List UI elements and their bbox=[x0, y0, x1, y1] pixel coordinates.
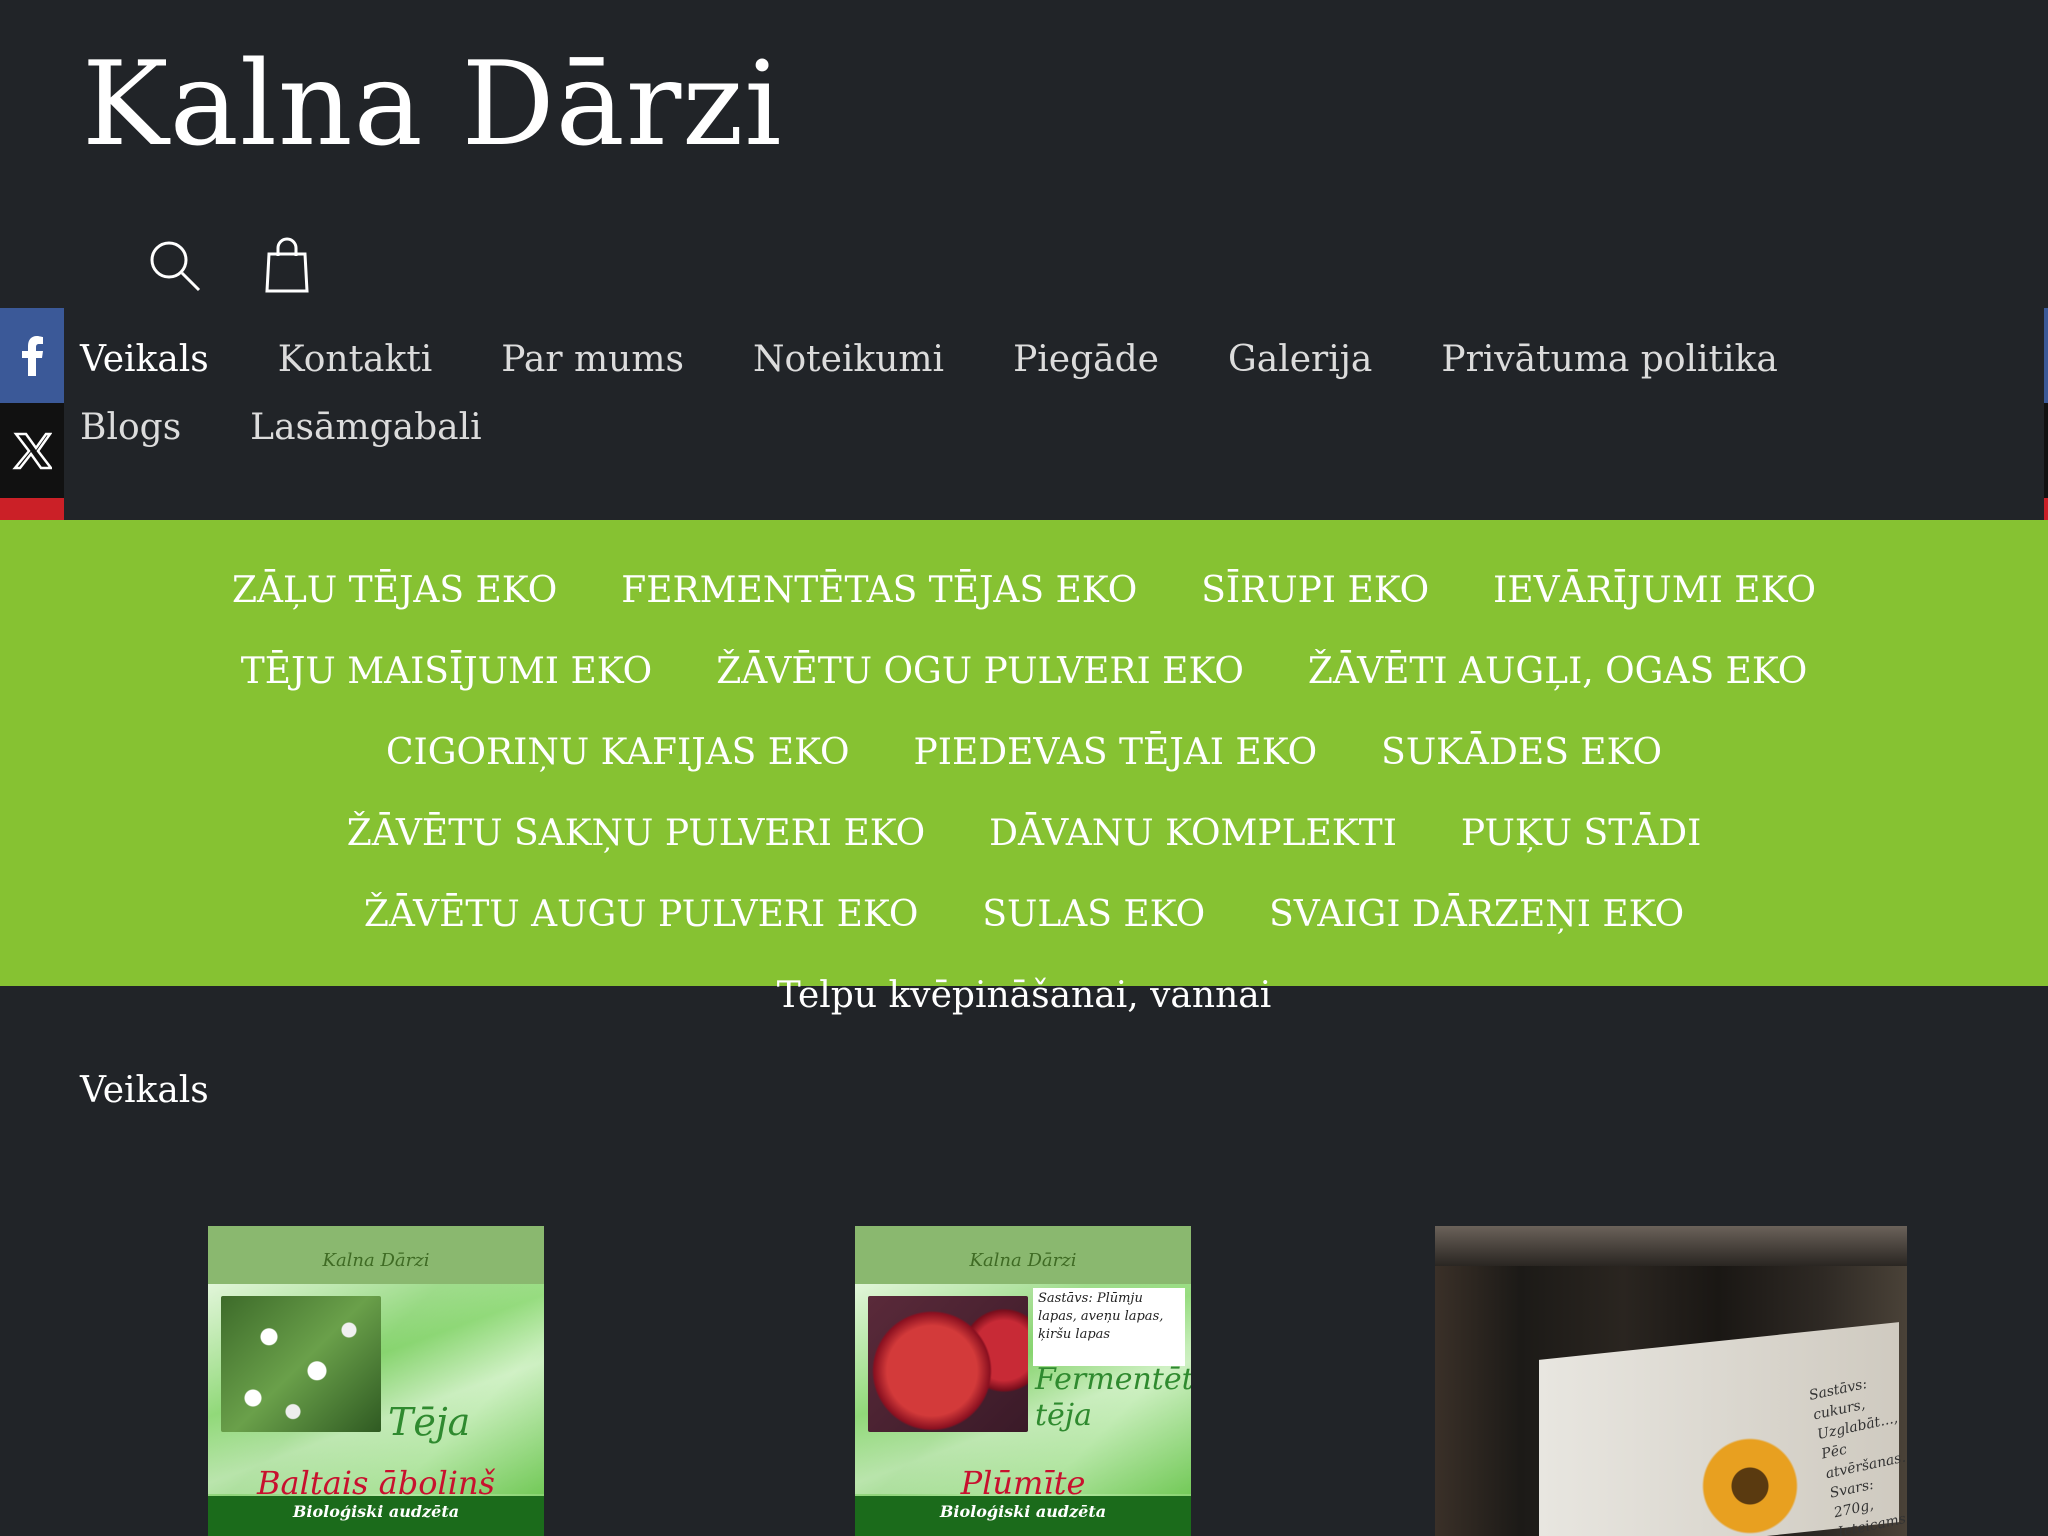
category-item[interactable]: TĒJU MAISĪJUMI EKO bbox=[241, 631, 653, 712]
category-item[interactable]: ŽĀVĒTI AUGĻI, OGAS EKO bbox=[1308, 631, 1807, 712]
category-item[interactable]: SULAS EKO bbox=[982, 874, 1205, 955]
facebook-share-button[interactable] bbox=[0, 308, 64, 403]
product-card[interactable]: Kalna Dārzi Sastāvs: Plūmju lapas, aveņu… bbox=[855, 1226, 1191, 1536]
header-icons bbox=[145, 236, 317, 296]
category-item[interactable]: PIEDEVAS TĒJAI EKO bbox=[914, 712, 1318, 793]
plum-photo bbox=[868, 1296, 1028, 1432]
nav-item-kontakti[interactable]: Kontakti bbox=[278, 326, 433, 394]
category-item[interactable]: ŽĀVĒTU SAKŅU PULVERI EKO bbox=[347, 793, 925, 874]
product-image[interactable]: Kalna Dārzi Sastāvs: Plūmju lapas, aveņu… bbox=[855, 1226, 1191, 1536]
bag-icon[interactable] bbox=[257, 236, 317, 296]
main-navigation: Veikals Kontakti Par mums Noteikumi Pieg… bbox=[80, 326, 1980, 462]
category-item[interactable]: ZĀĻU TĒJAS EKO bbox=[232, 550, 557, 631]
product-image[interactable]: Sastāvs: cukurs, Uzglabāt..., Pēc atvērš… bbox=[1435, 1226, 1907, 1536]
nav-item-privatuma-politika[interactable]: Privātuma politika bbox=[1441, 326, 1777, 394]
social-edge-x bbox=[2044, 403, 2048, 498]
organic-band: Bioloģiski audzēta bbox=[855, 1496, 1191, 1536]
category-item[interactable]: CIGORIŅU KAFIJAS EKO bbox=[386, 712, 850, 793]
organic-band: Bioloģiski audzēta bbox=[208, 1496, 544, 1536]
category-item[interactable]: Telpu kvēpināšanai, vannai bbox=[777, 955, 1272, 1036]
category-navigation: ZĀĻU TĒJAS EKO FERMENTĒTAS TĒJAS EKO SĪR… bbox=[0, 520, 2048, 1016]
nav-item-noteikumi[interactable]: Noteikumi bbox=[753, 326, 944, 394]
product-type: Tēja bbox=[388, 1400, 471, 1444]
site-title[interactable]: Kalna Dārzi bbox=[82, 40, 783, 170]
category-item[interactable]: SVAIGI DĀRZEŅI EKO bbox=[1269, 874, 1684, 955]
category-item[interactable]: FERMENTĒTAS TĒJAS EKO bbox=[621, 550, 1137, 631]
nav-item-blogs[interactable]: Blogs bbox=[80, 394, 181, 462]
product-card[interactable]: Sastāvs: cukurs, Uzglabāt..., Pēc atvērš… bbox=[1435, 1226, 1907, 1536]
search-icon[interactable] bbox=[145, 236, 205, 296]
category-item[interactable]: ŽĀVĒTU OGU PULVERI EKO bbox=[716, 631, 1244, 712]
product-image[interactable]: Kalna Dārzi Tēja Baltais āboliņš Bioloģi… bbox=[208, 1226, 544, 1536]
breadcrumb: Veikals bbox=[80, 1070, 209, 1111]
nav-item-lasamgabali[interactable]: Lasāmgabali bbox=[250, 394, 482, 462]
flower-illustration bbox=[1695, 1431, 1805, 1536]
x-icon bbox=[12, 432, 52, 469]
category-item[interactable]: ŽĀVĒTU AUGU PULVERI EKO bbox=[364, 874, 919, 955]
nav-item-veikals[interactable]: Veikals bbox=[80, 326, 209, 394]
nav-item-galerija[interactable]: Galerija bbox=[1228, 326, 1372, 394]
nav-item-piegade[interactable]: Piegāde bbox=[1013, 326, 1159, 394]
facebook-icon bbox=[22, 335, 43, 376]
product-type: Fermentētā tēja bbox=[1035, 1362, 1191, 1433]
product-card[interactable]: Kalna Dārzi Tēja Baltais āboliņš Bioloģi… bbox=[208, 1226, 544, 1536]
brand-logo: Kalna Dārzi bbox=[322, 1250, 430, 1271]
brand-logo: Kalna Dārzi bbox=[969, 1250, 1077, 1271]
product-grid: Kalna Dārzi Tēja Baltais āboliņš Bioloģi… bbox=[0, 1226, 2048, 1536]
jar-rim bbox=[1435, 1226, 1907, 1266]
category-item[interactable]: SUKĀDES EKO bbox=[1381, 712, 1662, 793]
category-item[interactable]: SĪRUPI EKO bbox=[1201, 550, 1429, 631]
x-share-button[interactable] bbox=[0, 403, 64, 498]
ingredients-label: Sastāvs: Plūmju lapas, aveņu lapas, ķirš… bbox=[1033, 1288, 1185, 1366]
category-item[interactable]: DĀVANU KOMPLEKTI bbox=[989, 793, 1397, 874]
clover-photo bbox=[221, 1296, 381, 1432]
social-edge-facebook bbox=[2044, 308, 2048, 403]
nav-item-par-mums[interactable]: Par mums bbox=[501, 326, 684, 394]
category-item[interactable]: IEVĀRĪJUMI EKO bbox=[1493, 550, 1816, 631]
category-item[interactable]: PUĶU STĀDI bbox=[1461, 793, 1701, 874]
